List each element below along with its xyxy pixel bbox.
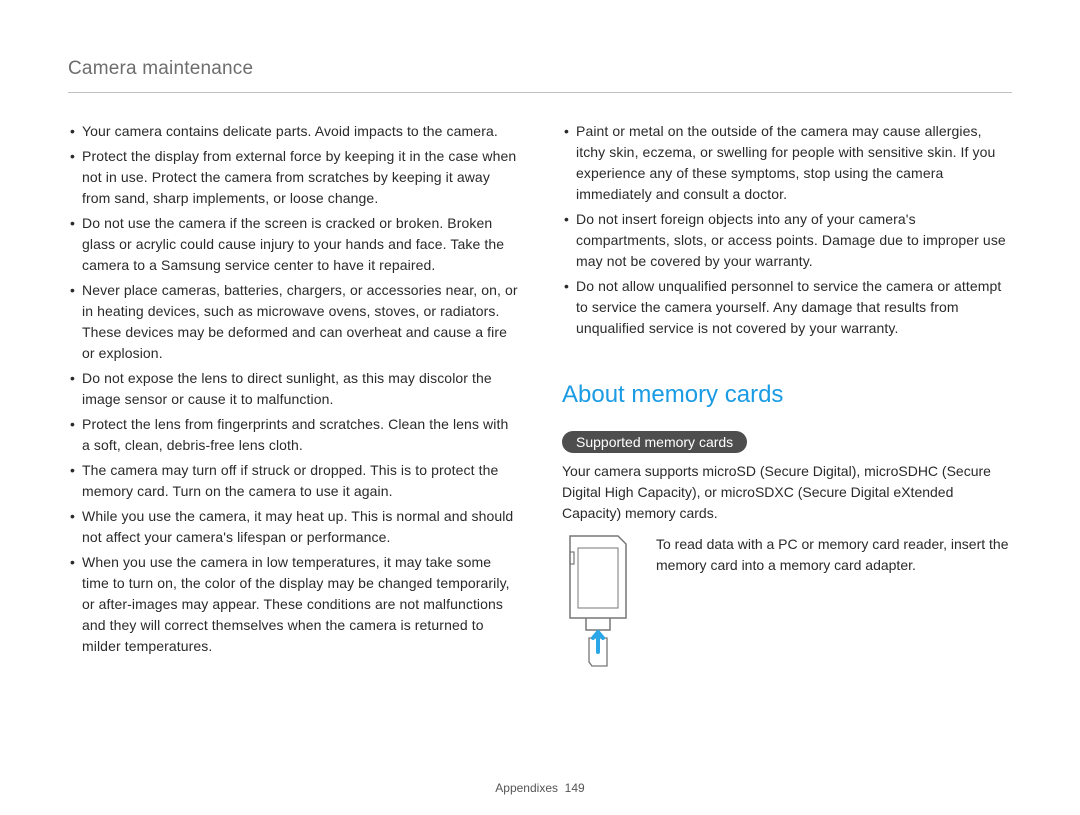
sd-card-icon xyxy=(562,534,634,674)
subheading-supported-cards: Supported memory cards xyxy=(562,431,747,453)
page-title: Camera maintenance xyxy=(68,58,1012,80)
left-column: Your camera contains delicate parts. Avo… xyxy=(68,121,518,674)
content-columns: Your camera contains delicate parts. Avo… xyxy=(68,121,1012,674)
right-column: Paint or metal on the outside of the cam… xyxy=(562,121,1012,674)
page-footer: Appendixes 149 xyxy=(0,781,1080,795)
section-heading-memory-cards: About memory cards xyxy=(562,381,1012,409)
list-item: Paint or metal on the outside of the cam… xyxy=(562,121,1012,205)
memory-card-note: To read data with a PC or memory card re… xyxy=(562,534,1012,674)
list-item: When you use the camera in low temperatu… xyxy=(68,552,518,657)
list-item: Do not use the camera if the screen is c… xyxy=(68,213,518,276)
title-rule xyxy=(68,92,1012,93)
list-item: Do not expose the lens to direct sunligh… xyxy=(68,368,518,410)
list-item: Protect the display from external force … xyxy=(68,146,518,209)
list-item: Never place cameras, batteries, chargers… xyxy=(68,280,518,364)
list-item: Do not allow unqualified personnel to se… xyxy=(562,276,1012,339)
adapter-text: To read data with a PC or memory card re… xyxy=(656,534,1012,576)
list-item: Protect the lens from fingerprints and s… xyxy=(68,414,518,456)
support-text: Your camera supports microSD (Secure Dig… xyxy=(562,461,1012,524)
footer-section: Appendixes xyxy=(495,781,558,795)
list-item: Your camera contains delicate parts. Avo… xyxy=(68,121,518,142)
list-item: While you use the camera, it may heat up… xyxy=(68,506,518,548)
right-bullet-list: Paint or metal on the outside of the cam… xyxy=(562,121,1012,339)
footer-page-number: 149 xyxy=(565,781,585,795)
left-bullet-list: Your camera contains delicate parts. Avo… xyxy=(68,121,518,657)
list-item: The camera may turn off if struck or dro… xyxy=(68,460,518,502)
list-item: Do not insert foreign objects into any o… xyxy=(562,209,1012,272)
